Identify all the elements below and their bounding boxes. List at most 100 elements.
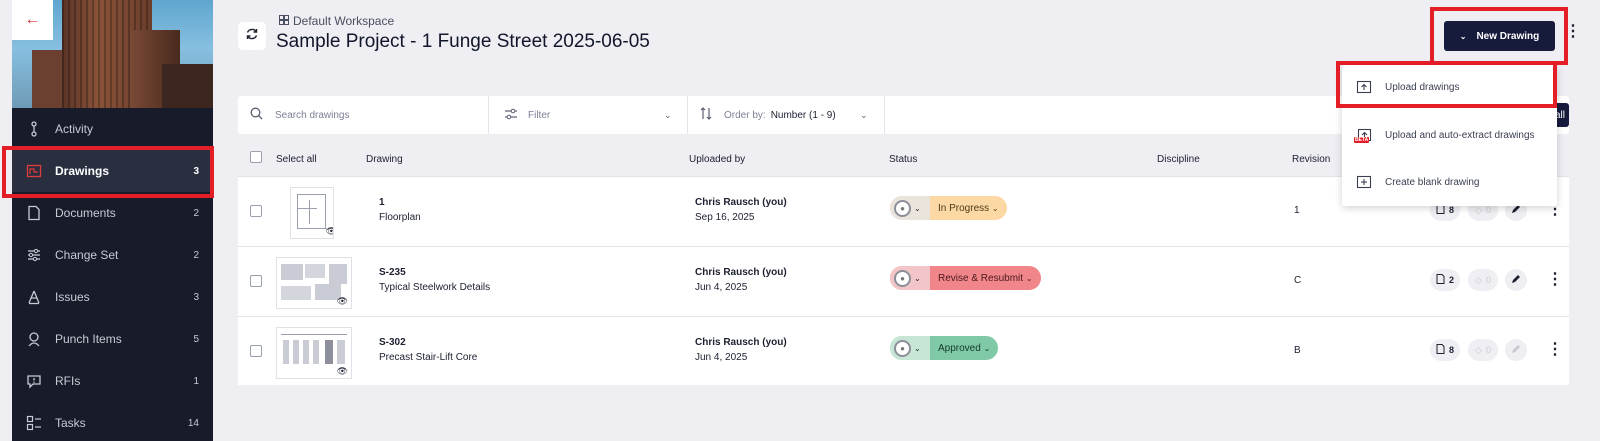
workspace-breadcrumb[interactable]: Default Workspace xyxy=(279,14,394,28)
chevron-down-icon: ⌄ xyxy=(914,203,921,213)
column-header-discipline[interactable]: Discipline xyxy=(1157,154,1200,165)
refresh-button[interactable] xyxy=(238,22,266,50)
sidebar-item-label: Punch Items xyxy=(55,332,122,346)
chevron-down-icon: ⌄ xyxy=(1025,273,1033,283)
row-checkbox[interactable] xyxy=(250,345,262,357)
tag-icon: ◇ xyxy=(1475,204,1482,215)
refresh-icon xyxy=(245,27,259,46)
back-button[interactable]: ← xyxy=(12,0,53,40)
sidebar: ← Activity Drawings 3 Documents 2 Change… xyxy=(12,0,213,441)
workspace-name: Default Workspace xyxy=(293,14,395,28)
file-icon xyxy=(1436,344,1445,356)
drawings-icon xyxy=(26,163,42,179)
sidebar-item-count: 2 xyxy=(193,207,199,219)
uploader-name: Chris Rausch (you) xyxy=(695,337,787,348)
filter-dropdown[interactable]: Filter ⌄ xyxy=(504,96,684,134)
drawing-thumbnail[interactable]: 👁 xyxy=(276,257,352,309)
sidebar-item-label: Drawings xyxy=(55,164,110,178)
search-box[interactable]: Search drawings xyxy=(250,96,480,134)
row-checkbox[interactable] xyxy=(250,275,262,287)
activity-icon xyxy=(26,121,42,137)
tasks-icon xyxy=(26,415,42,431)
blank-drawing-icon xyxy=(1356,174,1372,190)
filter-label: Filter xyxy=(528,109,551,121)
search-input[interactable]: Search drawings xyxy=(275,110,349,121)
new-drawing-button[interactable]: ⌄ New Drawing xyxy=(1444,21,1555,51)
menu-item-create-blank-drawing[interactable]: Create blank drawing xyxy=(1342,160,1557,204)
sidebar-item-change-set[interactable]: Change Set 2 xyxy=(12,234,213,276)
sidebar-nav: Activity Drawings 3 Documents 2 Change S… xyxy=(12,108,213,441)
drawing-number: S-302 xyxy=(379,337,406,348)
more-options-icon[interactable]: ⋮ xyxy=(1565,24,1581,40)
drawing-thumbnail[interactable]: 👁 xyxy=(276,327,352,379)
assignee-part: ● ⌄ xyxy=(890,266,930,290)
column-header-uploaded-by[interactable]: Uploaded by xyxy=(689,154,745,165)
chevron-down-icon: ⌄ xyxy=(664,109,672,120)
table-row[interactable]: 👁 S-302 Precast Stair-Lift Core Chris Ra… xyxy=(238,316,1569,385)
drawing-name: Typical Steelwork Details xyxy=(379,282,491,293)
sidebar-item-label: Documents xyxy=(55,206,116,220)
sidebar-item-punch-items[interactable]: Punch Items 5 xyxy=(12,318,213,360)
change-set-icon xyxy=(26,247,42,263)
column-header-revision[interactable]: Revision xyxy=(1292,154,1330,165)
row-checkbox[interactable] xyxy=(250,205,262,217)
order-by-label: Order by: xyxy=(724,109,766,121)
markup-pen-button[interactable] xyxy=(1505,339,1527,361)
status-dropdown[interactable]: ● ⌄ Revise & Resubmit ⌄ xyxy=(890,266,1041,290)
select-all-checkbox[interactable] xyxy=(250,151,262,163)
sort-icon xyxy=(700,107,712,123)
sidebar-item-activity[interactable]: Activity xyxy=(12,108,213,150)
auto-extract-icon: BETA xyxy=(1354,127,1372,143)
upload-icon xyxy=(1356,79,1372,95)
upload-date: Jun 4, 2025 xyxy=(695,282,748,293)
drawing-thumbnail[interactable]: 👁 xyxy=(290,187,334,239)
select-all-label: Select all xyxy=(276,154,317,165)
status-dropdown[interactable]: ● ⌄ Approved ⌄ xyxy=(890,336,999,360)
menu-item-upload-auto-extract[interactable]: BETA Upload and auto-extract drawings xyxy=(1342,113,1557,157)
column-header-drawing[interactable]: Drawing xyxy=(366,154,403,165)
sidebar-item-count: 14 xyxy=(187,417,199,429)
revision-value: 1 xyxy=(1294,205,1300,216)
sidebar-item-count: 3 xyxy=(193,165,199,177)
status-dropdown[interactable]: ● ⌄ In Progress ⌄ xyxy=(890,196,1007,220)
chevron-down-icon: ⌄ xyxy=(991,203,999,213)
revision-value: B xyxy=(1294,345,1301,356)
revision-value: C xyxy=(1294,275,1302,286)
files-count-pill[interactable]: 8 xyxy=(1430,339,1460,361)
files-count-pill[interactable]: 2 xyxy=(1430,269,1460,291)
uploader-name: Chris Rausch (you) xyxy=(695,267,787,278)
sidebar-item-tasks[interactable]: Tasks 14 xyxy=(12,402,213,441)
row-more-icon[interactable]: ⋮ xyxy=(1547,342,1563,358)
sidebar-item-drawings[interactable]: Drawings 3 xyxy=(12,150,213,192)
eye-icon[interactable]: 👁 xyxy=(336,297,348,306)
eye-icon[interactable]: 👁 xyxy=(325,227,333,236)
uploader-name: Chris Rausch (you) xyxy=(695,197,787,208)
sidebar-item-rfis[interactable]: RFIs 1 xyxy=(12,360,213,402)
filter-icon xyxy=(504,108,518,123)
sidebar-item-documents[interactable]: Documents 2 xyxy=(12,192,213,234)
new-drawing-menu: Upload drawings BETA Upload and auto-ext… xyxy=(1342,65,1557,206)
pen-icon xyxy=(1511,341,1521,359)
upload-date: Sep 16, 2025 xyxy=(695,212,755,223)
markup-pen-button[interactable] xyxy=(1505,269,1527,291)
menu-item-label: Upload drawings xyxy=(1385,81,1460,93)
menu-item-label: Create blank drawing xyxy=(1385,176,1480,188)
menu-item-label: Upload and auto-extract drawings xyxy=(1385,129,1535,141)
order-by-dropdown[interactable]: Order by: Number (1 - 9) ⌄ xyxy=(700,96,880,134)
eye-icon[interactable]: 👁 xyxy=(336,367,348,376)
row-more-icon[interactable]: ⋮ xyxy=(1547,272,1563,288)
new-drawing-label: New Drawing xyxy=(1476,30,1540,42)
drawings-table: 👁 1 Floorplan Chris Rausch (you) Sep 16,… xyxy=(238,176,1569,385)
avatar: ● xyxy=(894,199,911,217)
tags-count-pill[interactable]: ◇ 0 xyxy=(1468,339,1498,361)
upload-date: Jun 4, 2025 xyxy=(695,352,748,363)
chevron-down-icon: ⌄ xyxy=(914,343,921,353)
drawing-number: S-235 xyxy=(379,267,406,278)
tag-icon: ◇ xyxy=(1475,344,1482,355)
table-row[interactable]: 👁 S-235 Typical Steelwork Details Chris … xyxy=(238,246,1569,316)
menu-item-upload-drawings[interactable]: Upload drawings xyxy=(1342,65,1557,109)
column-header-status[interactable]: Status xyxy=(889,154,917,165)
sidebar-item-label: Tasks xyxy=(55,416,86,430)
tags-count-pill[interactable]: ◇ 0 xyxy=(1468,269,1498,291)
sidebar-item-issues[interactable]: Issues 3 xyxy=(12,276,213,318)
